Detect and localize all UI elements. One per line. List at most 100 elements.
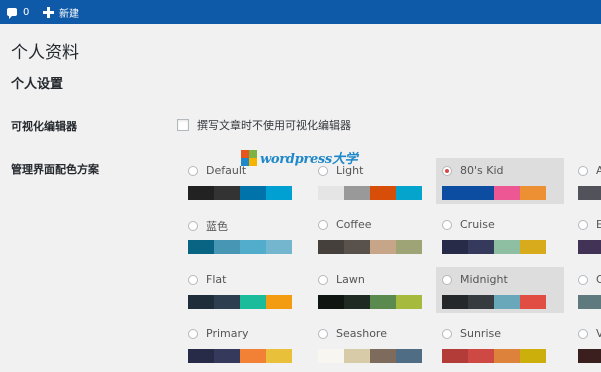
color-swatch [188, 186, 214, 200]
color-scheme-radio[interactable] [578, 219, 588, 230]
color-scheme-name: Coffee [336, 218, 372, 231]
color-swatch [318, 240, 344, 254]
color-scheme-option[interactable]: Seashore [312, 321, 440, 367]
color-swatch [266, 186, 292, 200]
color-scheme-radio[interactable] [578, 165, 588, 176]
color-scheme-head: O [578, 273, 601, 286]
color-scheme-name: 80's Kid [460, 164, 504, 177]
color-scheme-option[interactable]: Coffee [312, 212, 440, 258]
watermark-logo-piece [241, 149, 249, 158]
watermark-logo-piece [241, 157, 249, 166]
color-scheme-radio[interactable] [188, 274, 198, 285]
color-scheme-swatches [318, 295, 422, 309]
color-scheme-head: A [578, 164, 601, 177]
admin-bar: 0 新建 [0, 0, 601, 24]
color-scheme-option[interactable]: Sunrise [436, 321, 564, 367]
color-scheme-swatches [442, 349, 546, 363]
color-scheme-radio[interactable] [442, 328, 452, 339]
color-scheme-radio[interactable] [188, 221, 198, 231]
color-scheme-name: O [596, 273, 601, 286]
watermark: wordpress大学 [241, 148, 358, 167]
color-scheme-option[interactable]: V [572, 321, 601, 367]
visual-editor-checkbox-label: 撰写文章时不使用可视化编辑器 [197, 119, 351, 132]
color-scheme-radio[interactable] [578, 328, 588, 339]
color-swatch [214, 186, 240, 200]
color-scheme-swatches [188, 186, 292, 200]
color-scheme-option[interactable]: Primary [182, 321, 310, 367]
color-swatch [578, 186, 601, 200]
color-swatch [214, 349, 240, 363]
color-swatch [396, 295, 422, 309]
color-scheme-swatches [442, 186, 546, 200]
color-scheme-option[interactable]: Flat [182, 267, 310, 313]
color-scheme-swatches [318, 186, 422, 200]
disable-visual-editor-checkbox[interactable] [177, 119, 189, 131]
color-scheme-swatches [578, 240, 601, 254]
color-swatch [442, 349, 468, 363]
color-scheme-swatches [442, 295, 546, 309]
color-swatch [578, 295, 601, 309]
watermark-logo-icon [241, 149, 257, 166]
color-scheme-head: Flat [188, 273, 226, 286]
visual-editor-option[interactable]: 撰写文章时不使用可视化编辑器 [177, 117, 351, 133]
color-scheme-option[interactable]: Cruise [436, 212, 564, 258]
color-swatch [494, 240, 520, 254]
color-swatch [240, 349, 266, 363]
color-scheme-head: Primary [188, 327, 249, 340]
comment-icon [7, 8, 17, 19]
color-scheme-head: Lawn [318, 273, 365, 286]
color-scheme-name: Midnight [460, 273, 508, 286]
color-swatch [494, 186, 520, 200]
color-swatch [578, 240, 601, 254]
color-swatch [468, 240, 494, 254]
color-swatch [494, 295, 520, 309]
color-swatch [266, 240, 292, 254]
color-scheme-radio[interactable] [318, 219, 328, 230]
color-scheme-radio[interactable] [442, 274, 452, 285]
watermark-logo-piece [249, 157, 257, 166]
color-swatch [188, 240, 214, 254]
color-scheme-head: Coffee [318, 218, 372, 231]
color-swatch [344, 240, 370, 254]
color-scheme-radio[interactable] [442, 219, 452, 230]
color-swatch [396, 349, 422, 363]
color-scheme-name: Cruise [460, 218, 495, 231]
color-swatch [520, 295, 546, 309]
color-scheme-option[interactable]: 80's Kid [436, 158, 564, 204]
color-scheme-head: Default [188, 164, 246, 177]
color-scheme-option[interactable]: A [572, 158, 601, 204]
color-scheme-radio[interactable] [318, 165, 328, 176]
comments-menu[interactable]: 0 [7, 0, 29, 24]
color-scheme-swatches [578, 295, 601, 309]
color-scheme-swatches [442, 240, 546, 254]
color-scheme-radio[interactable] [318, 328, 328, 339]
color-swatch [468, 295, 494, 309]
color-scheme-option[interactable]: E [572, 212, 601, 258]
color-swatch [520, 349, 546, 363]
color-swatch [240, 295, 266, 309]
color-scheme-radio[interactable] [188, 165, 198, 176]
color-scheme-head: 蓝色 [188, 218, 228, 234]
color-scheme-radio[interactable] [318, 274, 328, 285]
color-swatch [370, 349, 396, 363]
color-scheme-option[interactable]: 蓝色 [182, 212, 310, 258]
color-scheme-radio[interactable] [188, 328, 198, 339]
watermark-text: wordpress大学 [260, 152, 358, 167]
color-swatch [344, 349, 370, 363]
color-scheme-radio[interactable] [442, 165, 452, 176]
color-scheme-name: Lawn [336, 273, 365, 286]
color-scheme-option[interactable]: O [572, 267, 601, 313]
color-swatch [214, 240, 240, 254]
color-swatch [578, 349, 601, 363]
color-scheme-option[interactable]: Lawn [312, 267, 440, 313]
color-scheme-option[interactable]: Midnight [436, 267, 564, 313]
color-scheme-radio[interactable] [578, 274, 588, 285]
color-swatch [396, 240, 422, 254]
color-swatch [188, 349, 214, 363]
color-scheme-head: V [578, 327, 601, 340]
color-scheme-swatches [318, 349, 422, 363]
color-scheme-swatches [578, 349, 601, 363]
new-content-menu[interactable]: 新建 [43, 0, 79, 24]
color-scheme-name: Seashore [336, 327, 387, 340]
color-scheme-head: Seashore [318, 327, 387, 340]
